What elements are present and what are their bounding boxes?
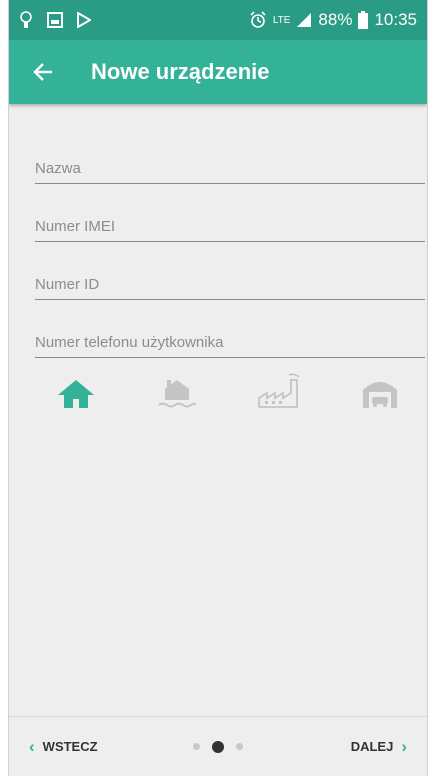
phone-field-wrap <box>35 314 425 372</box>
signal-icon <box>296 12 312 28</box>
page-dot <box>236 743 243 750</box>
network-type: LTE <box>272 14 291 26</box>
page-indicator <box>193 740 243 753</box>
page-dot-active <box>212 740 224 753</box>
factory-icon[interactable] <box>256 370 302 410</box>
house-icon[interactable] <box>53 370 99 410</box>
next-button[interactable]: DALEJ › <box>351 737 407 757</box>
chevron-left-icon: ‹ <box>29 736 35 756</box>
back-label: WSTECZ <box>42 739 98 754</box>
imei-field-wrap <box>35 198 425 256</box>
user-phone-input[interactable] <box>35 334 425 358</box>
id-field-wrap <box>35 256 425 314</box>
imei-input[interactable] <box>35 218 425 242</box>
app-screen: LTE 88% 10:35 Nowe urządzenie Nazwa Nume… <box>8 0 428 776</box>
bottom-navigation: ‹ WSTECZ DALEJ › <box>9 716 427 776</box>
page-dot <box>193 743 200 750</box>
battery-percent: 88% <box>318 10 353 29</box>
back-button[interactable]: ‹ WSTECZ <box>29 737 98 757</box>
boat-house-icon[interactable] <box>154 370 200 410</box>
name-input[interactable] <box>35 160 425 184</box>
gallery-icon <box>47 12 63 28</box>
name-field-wrap <box>35 140 425 198</box>
garage-icon[interactable] <box>357 370 403 410</box>
battery-icon <box>358 11 369 29</box>
chevron-right-icon: › <box>401 736 407 756</box>
clock: 10:35 <box>374 10 417 29</box>
id-input[interactable] <box>35 276 425 300</box>
status-bar: LTE 88% 10:35 <box>9 0 427 40</box>
page-title: Nowe urządzenie <box>91 59 270 84</box>
app-bar: Nowe urządzenie <box>9 40 427 104</box>
next-label: DALEJ <box>350 739 394 754</box>
notification-icon <box>19 11 33 29</box>
device-type-selector <box>53 370 403 410</box>
back-arrow-icon[interactable] <box>23 52 63 92</box>
alarm-icon <box>249 11 267 29</box>
device-form <box>35 140 425 372</box>
play-store-icon <box>77 12 91 28</box>
